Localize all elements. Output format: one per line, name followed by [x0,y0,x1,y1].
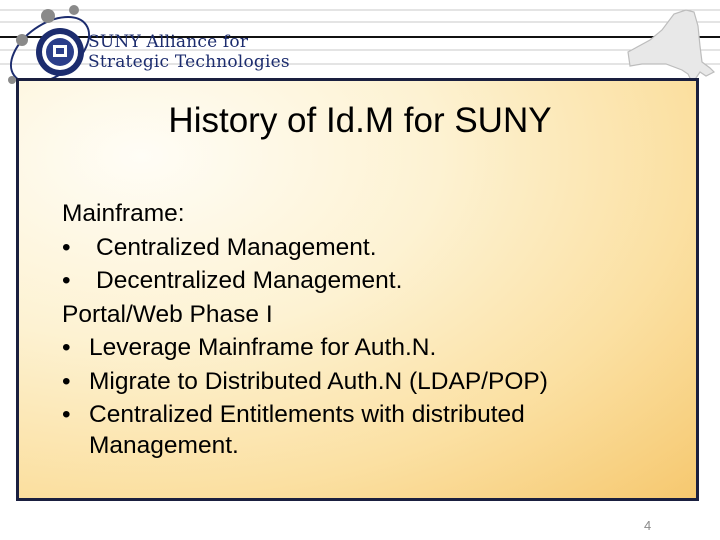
list-item: • Decentralized Management. [62,264,682,298]
bullet: • [62,233,71,261]
bullet: • [62,401,71,428]
org-name-line2: Strategic Technologies [88,52,290,72]
slide-body: Mainframe: • Centralized Management. • Dec… [62,197,682,460]
slide-title: History of Id.M for SUNY [168,101,552,140]
bullet: • [62,367,71,395]
list-item-continuation: Management. [89,431,239,459]
list-item: Mainframe: [62,200,185,227]
bullet: • [62,267,71,294]
org-name: SUNY Alliance for Strategic Technologies [88,32,290,72]
page-number: 4 [644,518,652,533]
bullet: • [62,334,71,361]
list-item: • Leverage Mainframe for Auth.N. [62,331,682,365]
list-item: • Migrate to Distributed Auth.N (LDAP/POP… [62,365,682,399]
list-item: • Centralized Entitlements with distribut… [62,398,682,432]
list-item: • Centralized Management. [62,231,682,265]
org-name-line1: SUNY Alliance for [88,32,249,52]
list-item: Portal/Web Phase I [62,300,273,328]
new-york-state-map-icon [627,9,716,84]
